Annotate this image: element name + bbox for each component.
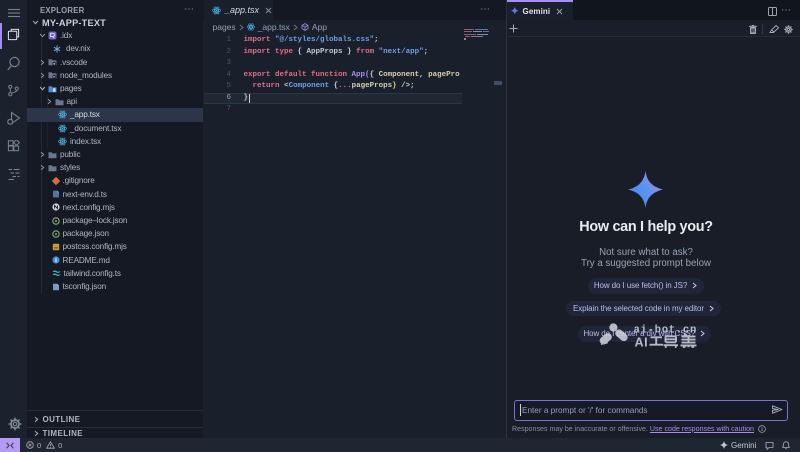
svg-text:AI: AI	[635, 335, 649, 348]
